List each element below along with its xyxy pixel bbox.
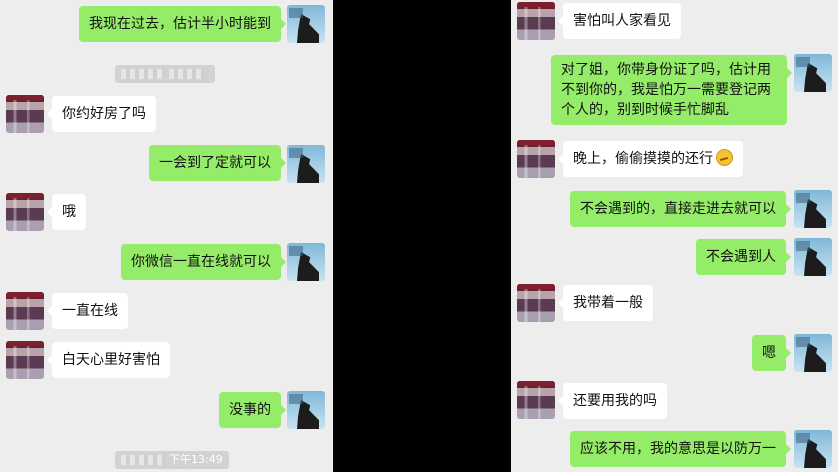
message-line: 个人的，别到时候手忙脚乱 bbox=[561, 102, 729, 118]
blurred-date bbox=[121, 69, 165, 79]
message-text: 晚上，偷偷摸摸的还行 bbox=[573, 151, 713, 167]
message-bubble-self[interactable]: 一会到了定就可以 bbox=[149, 145, 286, 181]
message-bubble-peer[interactable]: 还要用我的吗 bbox=[558, 383, 667, 419]
self-avatar[interactable] bbox=[287, 5, 325, 43]
peer-avatar[interactable] bbox=[6, 193, 44, 231]
message-bubble-self[interactable]: 我现在过去，估计半小时能到 bbox=[79, 6, 286, 42]
timestamp: 下午13:49 bbox=[115, 451, 229, 469]
self-avatar[interactable] bbox=[287, 145, 325, 183]
peer-avatar[interactable] bbox=[517, 284, 555, 322]
message-bubble-self-multiline[interactable]: 对了姐，你带身份证了吗，估计用 不到你的，我是怕万一需要登记两 个人的，别到时候… bbox=[551, 55, 792, 125]
peer-avatar[interactable] bbox=[6, 95, 44, 133]
peer-avatar[interactable] bbox=[517, 140, 555, 178]
message-bubble-self[interactable]: 不会遇到人 bbox=[696, 239, 791, 275]
message-bubble-peer[interactable]: 一直在线 bbox=[47, 293, 128, 329]
message-bubble-self[interactable]: 你微信一直在线就可以 bbox=[121, 244, 286, 280]
grimace-emoji-icon bbox=[716, 149, 733, 166]
message-bubble-peer[interactable]: 哦 bbox=[47, 194, 86, 230]
message-bubble-self[interactable]: 不会遇到的，直接走进去就可以 bbox=[570, 191, 791, 227]
peer-avatar[interactable] bbox=[6, 292, 44, 330]
message-bubble-self[interactable]: 嗯 bbox=[752, 335, 791, 371]
self-avatar[interactable] bbox=[794, 190, 832, 228]
message-line: 对了姐，你带身份证了吗，估计用 bbox=[561, 62, 771, 78]
message-bubble-peer[interactable]: 白天心里好害怕 bbox=[47, 342, 170, 378]
self-avatar[interactable] bbox=[794, 54, 832, 92]
message-bubble-self[interactable]: 没事的 bbox=[219, 392, 286, 428]
self-avatar[interactable] bbox=[794, 238, 832, 276]
peer-avatar[interactable] bbox=[517, 381, 555, 419]
message-bubble-self[interactable]: 应该不用，我的意思是以防万一 bbox=[570, 431, 791, 467]
self-avatar[interactable] bbox=[794, 430, 832, 468]
left-chat-panel: 我现在过去，估计半小时能到 你约好房了吗 一会到了定就可以 哦 你微信一直在线就… bbox=[0, 0, 333, 472]
message-bubble-peer[interactable]: 你约好房了吗 bbox=[47, 96, 156, 132]
peer-avatar[interactable] bbox=[517, 2, 555, 40]
self-avatar[interactable] bbox=[287, 243, 325, 281]
right-chat-panel: 害怕叫人家看见 对了姐，你带身份证了吗，估计用 不到你的，我是怕万一需要登记两 … bbox=[511, 0, 838, 472]
message-line: 不到你的，我是怕万一需要登记两 bbox=[561, 82, 771, 98]
message-bubble-peer[interactable]: 我带着一般 bbox=[558, 285, 653, 321]
self-avatar[interactable] bbox=[287, 391, 325, 429]
timestamp-blurred bbox=[115, 65, 215, 83]
blurred-time bbox=[169, 69, 205, 79]
message-bubble-peer[interactable]: 害怕叫人家看见 bbox=[558, 3, 681, 39]
blurred-date bbox=[121, 455, 165, 465]
peer-avatar[interactable] bbox=[6, 341, 44, 379]
message-bubble-peer[interactable]: 晚上，偷偷摸摸的还行 bbox=[558, 141, 743, 177]
self-avatar[interactable] bbox=[794, 334, 832, 372]
timestamp-time: 下午13:49 bbox=[169, 453, 223, 466]
